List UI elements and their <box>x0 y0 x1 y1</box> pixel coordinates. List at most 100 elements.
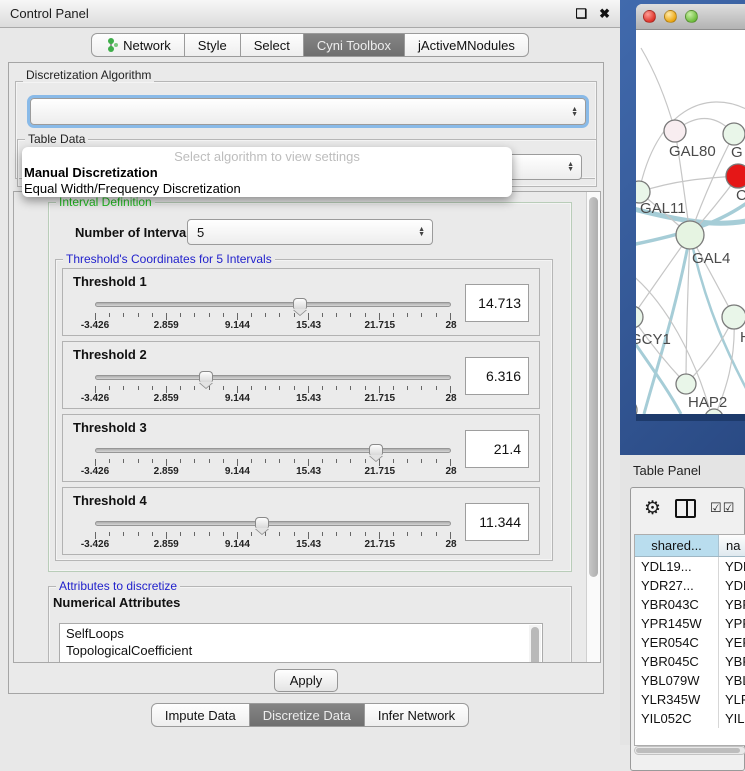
network-node-label: GAL4 <box>692 250 730 267</box>
attribute-list-item[interactable]: SelfLoops <box>66 626 542 643</box>
cell-shared-name[interactable]: YBR045C <box>635 652 719 671</box>
tab-infer-network[interactable]: Infer Network <box>365 703 469 727</box>
cell-name[interactable]: YDL1 <box>719 557 745 576</box>
table-row[interactable]: YLR345WYLR3 <box>635 690 745 709</box>
cell-shared-name[interactable]: YBL079W <box>635 671 719 690</box>
cell-name[interactable]: YER0 <box>719 633 745 652</box>
threshold-value-field[interactable]: 21.4 <box>465 430 529 468</box>
cell-shared-name[interactable]: YDL19... <box>635 557 719 576</box>
slider-track[interactable] <box>95 302 451 307</box>
float-window-icon[interactable]: ❑ <box>575 7 587 20</box>
bottom-tab-bar: Impute DataDiscretize DataInfer Network <box>0 703 620 727</box>
slider-axis-labels: -3.4262.8599.14415.4321.71528 <box>95 539 451 551</box>
table-row[interactable]: YDR27...YDR2 <box>635 576 745 595</box>
network-node-h[interactable] <box>722 305 745 329</box>
attribute-list-item[interactable]: TopologicalCoefficient <box>66 643 542 660</box>
axis-tick-label: 21.715 <box>365 393 396 404</box>
network-edge <box>641 48 675 131</box>
cell-shared-name[interactable]: YBR043C <box>635 595 719 614</box>
slider-ticks <box>95 313 451 320</box>
scrollbar-thumb[interactable] <box>531 627 539 663</box>
column-header-shared-name[interactable]: shared... <box>635 535 719 556</box>
attributes-list-scrollbar[interactable] <box>529 625 541 663</box>
apply-button[interactable]: Apply <box>274 669 338 692</box>
cell-shared-name[interactable]: YER054C <box>635 633 719 652</box>
axis-tick-label: 9.144 <box>225 539 250 550</box>
tab-style[interactable]: Style <box>185 33 241 57</box>
threshold-value-field[interactable]: 11.344 <box>465 503 529 541</box>
select-columns-checkboxes-icon[interactable]: ☑☑ <box>710 500 735 516</box>
settings-vertical-scrollbar[interactable] <box>586 192 600 662</box>
tab-select[interactable]: Select <box>241 33 304 57</box>
node-attribute-table[interactable]: shared... na YDL19...YDL1YDR27...YDR2YBR… <box>634 534 745 746</box>
zoom-traffic-light-icon[interactable] <box>685 10 698 23</box>
table-row[interactable]: YER054CYER0 <box>635 633 745 652</box>
slider-handle[interactable] <box>293 298 307 309</box>
table-row[interactable]: YBR043CYBR0 <box>635 595 745 614</box>
close-icon[interactable]: ✖ <box>599 7 610 20</box>
dropdown-option-manual[interactable]: Manual Discretization <box>22 165 512 181</box>
attributes-group: Attributes to discretize Numerical Attri… <box>48 586 572 663</box>
tab-discretize-data[interactable]: Discretize Data <box>250 703 365 727</box>
cyni-toolbox-panel: Discretization Algorithm ▲▼ Select algor… <box>8 62 604 694</box>
slider-handle[interactable] <box>255 517 269 528</box>
network-node-c[interactable] <box>726 164 745 188</box>
axis-tick-label: -3.426 <box>81 320 109 331</box>
network-node[interactable] <box>636 400 637 414</box>
threshold-value-field[interactable]: 6.316 <box>465 357 529 395</box>
algorithm-combobox[interactable]: ▲▼ <box>30 98 586 125</box>
cell-name[interactable]: YPR1 <box>719 614 745 633</box>
tab-jactivemnodules[interactable]: jActiveMNodules <box>405 33 529 57</box>
slider-axis-labels: -3.4262.8599.14415.4321.71528 <box>95 466 451 478</box>
minimize-traffic-light-icon[interactable] <box>664 10 677 23</box>
slider-handle[interactable] <box>369 444 383 455</box>
network-node-gcy1[interactable] <box>636 306 643 328</box>
gear-icon[interactable]: ⚙ <box>644 499 661 518</box>
tab-cyni-toolbox[interactable]: Cyni Toolbox <box>304 33 405 57</box>
number-of-intervals-combobox[interactable]: 5 ▲▼ <box>187 219 433 245</box>
dropdown-option-equal-width[interactable]: Equal Width/Frequency Discretization <box>22 181 512 197</box>
network-node-hap2[interactable] <box>676 374 696 394</box>
threshold-label: Threshold 3 <box>73 420 147 435</box>
table-row[interactable]: YBR045CYBR0 <box>635 652 745 671</box>
network-node-label: GAL11 <box>640 200 686 217</box>
slider-track[interactable] <box>95 375 451 380</box>
cell-name[interactable]: YDR2 <box>719 576 745 595</box>
network-edge <box>639 176 738 192</box>
network-node-gal80[interactable] <box>664 120 686 142</box>
cell-name[interactable]: YBL0 <box>719 671 745 690</box>
split-columns-icon[interactable] <box>675 499 696 518</box>
scrollbar-thumb[interactable] <box>636 748 740 753</box>
network-view-window: GAL80GCGAL11GAL4GCY1HHAP2 <box>636 4 745 421</box>
cell-name[interactable]: YIL0 <box>719 709 745 728</box>
tab-network[interactable]: Network <box>91 33 185 57</box>
table-row[interactable]: YIL052CYIL0 <box>635 709 745 728</box>
threshold-value-field[interactable]: 14.713 <box>465 284 529 322</box>
close-traffic-light-icon[interactable] <box>643 10 656 23</box>
network-node-gal4[interactable] <box>676 221 704 249</box>
slider-track[interactable] <box>95 521 451 526</box>
dropdown-hint-item[interactable]: Select algorithm to view settings <box>22 149 512 165</box>
cell-name[interactable]: YBR0 <box>719 595 745 614</box>
slider-track[interactable] <box>95 448 451 453</box>
network-canvas[interactable]: GAL80GCGAL11GAL4GCY1HHAP2 <box>636 30 745 414</box>
table-horizontal-scrollbar[interactable] <box>634 746 745 755</box>
cell-shared-name[interactable]: YDR27... <box>635 576 719 595</box>
cell-name[interactable]: YBR0 <box>719 652 745 671</box>
group-label: Threshold's Coordinates for 5 Intervals <box>63 252 275 266</box>
cell-name[interactable]: YLR3 <box>719 690 745 709</box>
cell-shared-name[interactable]: YPR145W <box>635 614 719 633</box>
network-node-g[interactable] <box>723 123 745 145</box>
cell-shared-name[interactable]: YIL052C <box>635 709 719 728</box>
attribute-list-item[interactable]: BetweennessCentrality <box>66 660 542 663</box>
slider-handle[interactable] <box>199 371 213 382</box>
cell-shared-name[interactable]: YLR345W <box>635 690 719 709</box>
threshold-block: Threshold 3 -3.4262.8599.14415.4321.71528… <box>62 414 540 482</box>
table-row[interactable]: YPR145WYPR1 <box>635 614 745 633</box>
tab-impute-data[interactable]: Impute Data <box>151 703 250 727</box>
scrollbar-thumb[interactable] <box>589 197 598 577</box>
numerical-attributes-list[interactable]: SelfLoopsTopologicalCoefficientBetweenne… <box>59 623 543 663</box>
table-row[interactable]: YDL19...YDL1 <box>635 557 745 576</box>
column-header-name[interactable]: na <box>719 535 745 556</box>
table-row[interactable]: YBL079WYBL0 <box>635 671 745 690</box>
